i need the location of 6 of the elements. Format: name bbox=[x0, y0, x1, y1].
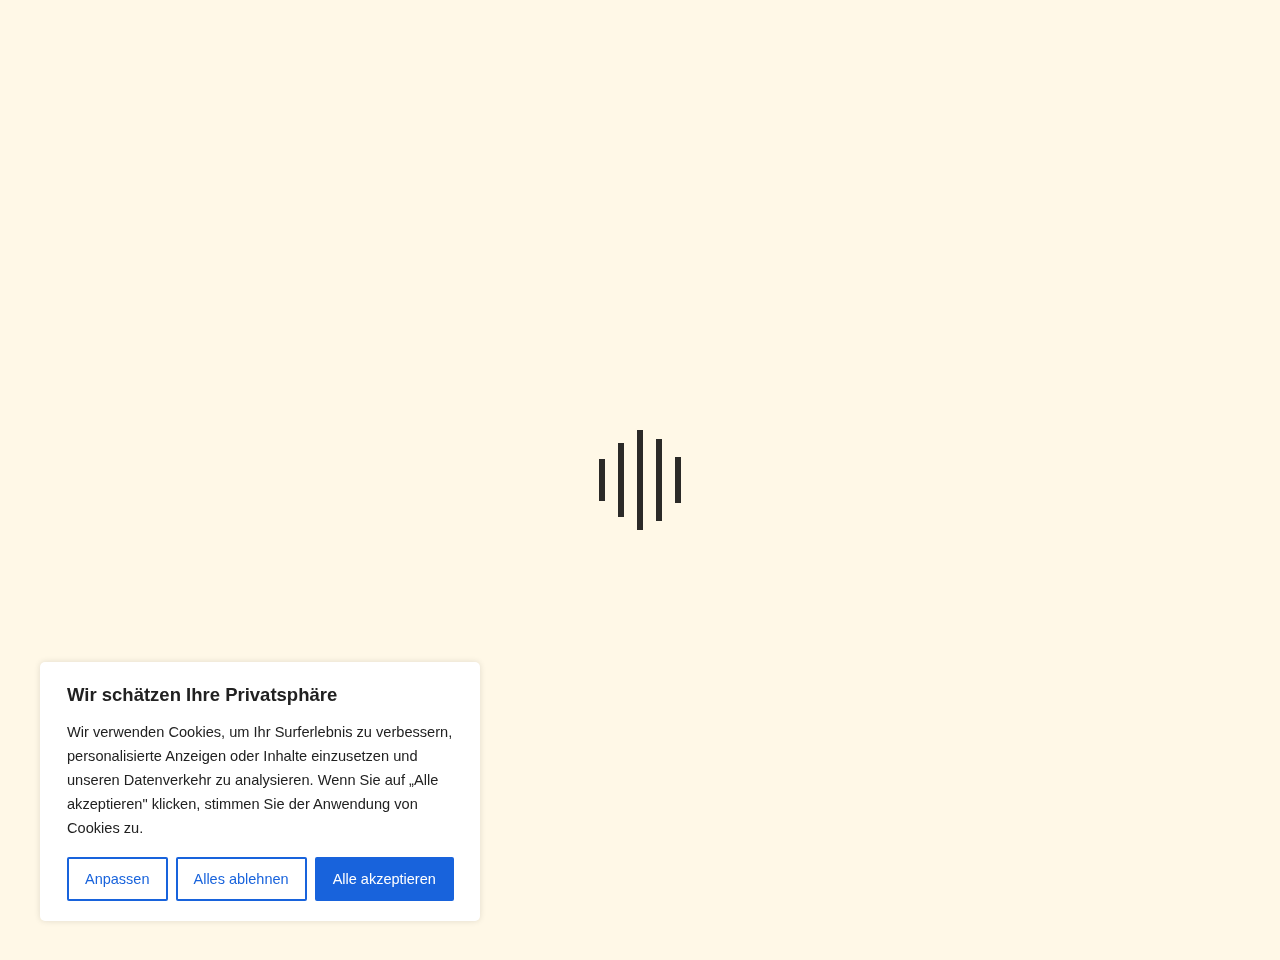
banner-title: Wir schätzen Ihre Privatsphäre bbox=[67, 683, 339, 707]
outline-button[interactable]: Anpassen bbox=[67, 857, 168, 901]
outline-button[interactable]: Alles ablehnen bbox=[175, 857, 307, 901]
accept-button[interactable]: Alle akzeptieren bbox=[314, 857, 454, 901]
banner-text: Wir verwenden Cookies, um Ihr Surferlebnis zu verbessern, personalisierte Anzeigen oder Inhalte einzusetzen und unseren Datenverkehr zu analysieren. Wenn Sie auf „Alle akzeptieren" klicken, stimmen Sie der Anwendung von Cookies zu. bbox=[67, 723, 453, 838]
loading-bars-icon bbox=[599, 430, 681, 530]
